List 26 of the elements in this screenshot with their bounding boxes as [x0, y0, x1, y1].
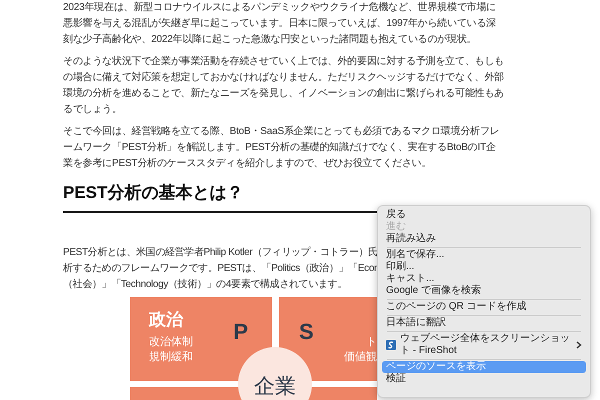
menu-item[interactable]: 再読み込み [382, 233, 586, 245]
menu-item[interactable]: このページの QR コードを作成 [382, 301, 586, 313]
menu-item[interactable]: 印刷... [382, 261, 586, 273]
menu-item[interactable]: Google で画像を検索 [382, 285, 586, 297]
chevron-right-icon [576, 341, 582, 349]
extension-icon [386, 340, 396, 350]
menu-item[interactable]: 検証 [382, 373, 586, 385]
section-heading: PEST分析の基本とは？ [63, 182, 244, 204]
center-label: 企業 [254, 374, 296, 400]
quadrant-title: 政治 [149, 309, 183, 331]
text-line: （社会）」「Technology（技術）」の4要素で構成されています。 [63, 278, 347, 292]
quadrant-item: ト [366, 335, 377, 350]
menu-item[interactable]: キャスト... [382, 273, 586, 285]
body-paragraph: 2023年現在は、新型コロナウイルスによるパンデミックやウクライナ危機など、世界規模で市場に悪影響を与える混乱が矢継ぎ早に起こっています。日本に限っていえば、1997年から続いている深刻な少子高齢化や、2022年以降に起こった急激な円安といった諸問題も抱えているのが現状。 [63, 0, 498, 47]
menu-item[interactable]: 日本語に翻訳 [382, 317, 586, 329]
menu-item[interactable]: 戻る [382, 209, 586, 221]
quadrant-letter: P [233, 318, 248, 346]
quadrant-item: 規制緩和 [149, 350, 193, 365]
menu-item[interactable]: ウェブページ全体をスクリーンショット - FireShot [382, 333, 586, 357]
quadrant-letter: S [299, 318, 314, 346]
body-paragraph: そこで今回は、経営戦略を立てる際、BtoB・SaaS系企業にとっても必須であるマクロ環境分析フレームワーク「PEST分析」を解説します。PEST分析の基礎的知識だけでなく、実在するBtoBのIT企業を参考にPEST分析のケーススタディを紹介しますので、ぜひお役立てください。 [63, 124, 501, 171]
quadrant-item: 改治体制 [149, 335, 193, 350]
menu-item[interactable]: 別名で保存... [382, 249, 586, 261]
text-line: PEST分析とは、米国の経営学者Philip Kotler（フィリップ・コトラー）氏 [63, 246, 378, 260]
body-paragraph: そのような状況下で企業が事業活動を存続させていく上では、外的要因に対する予測を立て、もしもの場合に備えて対応策を想定しておかなければなりません。ただリスクヘッジするだけでなく、外部環境の分析を進めることで、新たなニーズを発見し、イノベーションの創出に繋げられる可能性もあるでしょう。 [63, 54, 505, 117]
quadrant-item: 価値観 [344, 350, 377, 365]
